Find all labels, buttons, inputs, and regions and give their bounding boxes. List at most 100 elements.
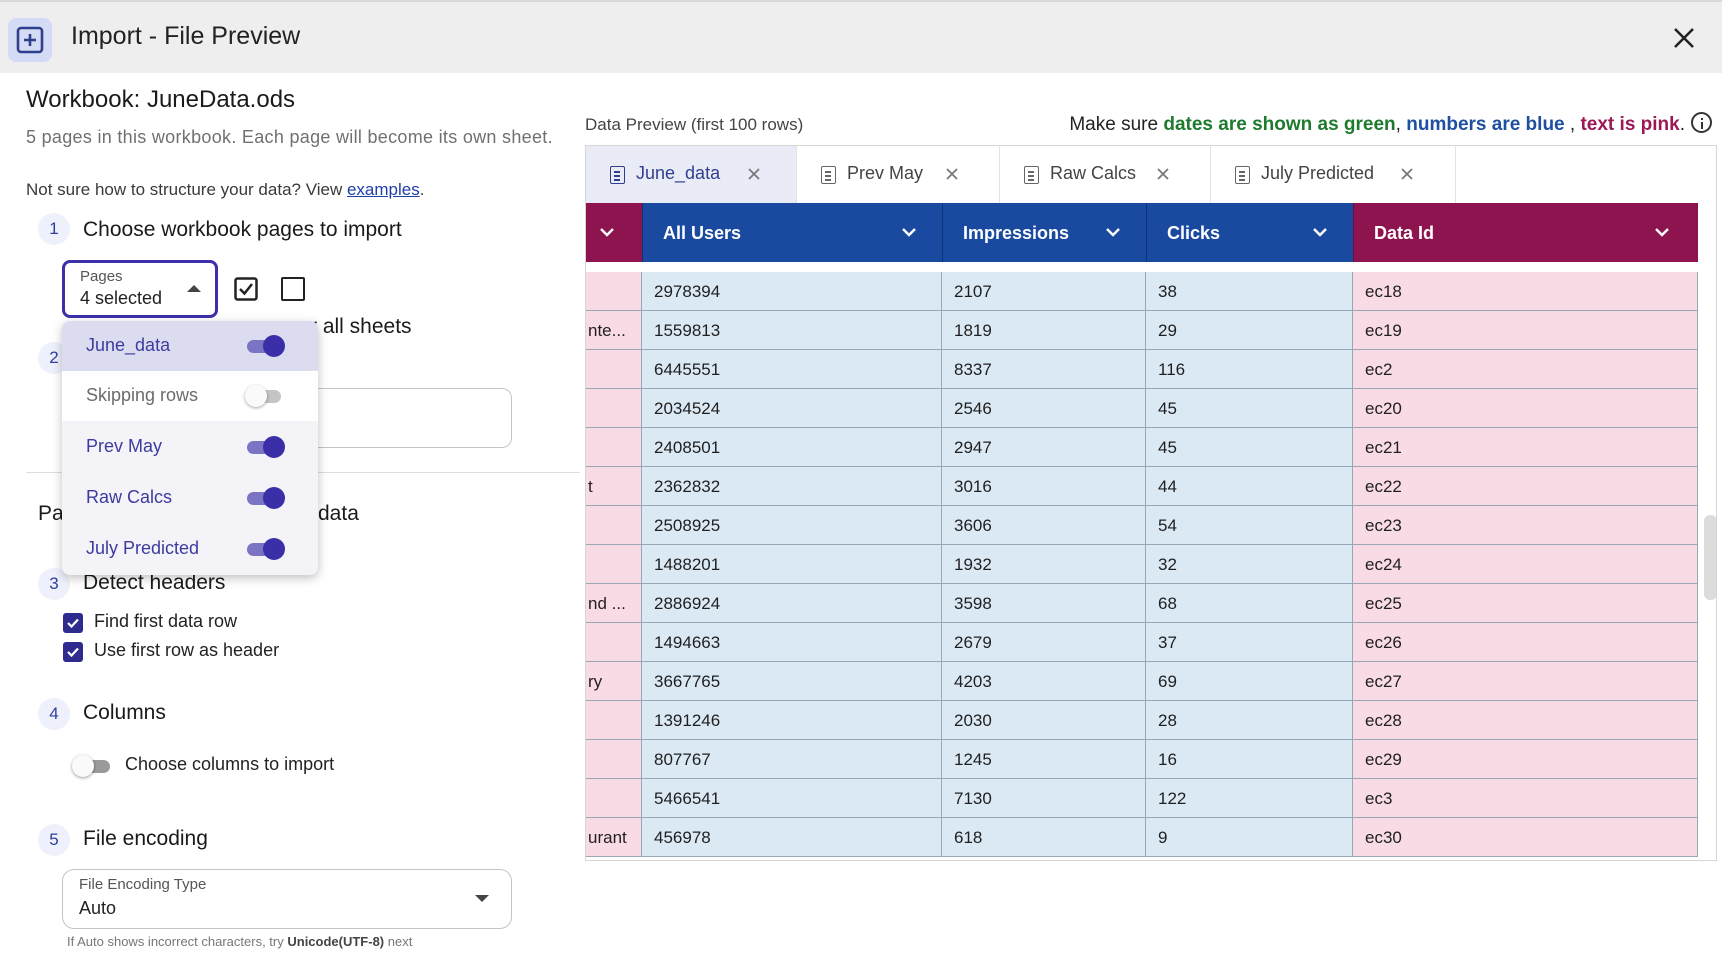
step-5-number: 5	[38, 824, 70, 856]
table-cell: ec25	[1353, 584, 1698, 623]
step-1-number: 1	[38, 213, 70, 245]
table-cell	[586, 350, 642, 389]
column-header-impressions[interactable]: Impressions	[942, 203, 1146, 262]
table-cell: 45	[1146, 389, 1353, 428]
structure-help: Not sure how to structure your data? Vie…	[26, 180, 424, 200]
table-cell: 44	[1146, 467, 1353, 506]
document-icon	[1235, 166, 1250, 184]
document-icon	[1024, 166, 1039, 184]
legend-prefix: Make sure	[1069, 114, 1164, 135]
close-tab-icon[interactable]	[1399, 166, 1415, 182]
step-2-input[interactable]	[300, 388, 512, 448]
page-toggle[interactable]	[245, 385, 285, 407]
workbook-subtitle: 5 pages in this workbook. Each page will…	[26, 127, 553, 147]
toggle-knob	[263, 538, 285, 560]
use-first-row-label: Use first row as header	[94, 640, 280, 660]
type-color-legend: Make sure dates are shown as green, numb…	[1069, 112, 1712, 136]
tab-june-data[interactable]: June_data	[586, 146, 797, 203]
column-header-all-users[interactable]: All Users	[642, 203, 942, 262]
chevron-down-icon[interactable]	[901, 224, 917, 240]
table-cell: 2107	[942, 272, 1146, 311]
close-icon[interactable]	[1672, 26, 1696, 50]
table-cell: 6445551	[642, 350, 942, 389]
page-toggle[interactable]	[245, 538, 285, 560]
tab-label: Prev May	[847, 163, 924, 183]
table-cell	[586, 428, 642, 467]
page-toggle[interactable]	[245, 436, 285, 458]
data-preview-panel: Data Preview (first 100 rows) Make sure …	[580, 73, 1722, 979]
page-option-skipping-rows[interactable]: Skipping rows	[62, 371, 318, 421]
column-header-clicks[interactable]: Clicks	[1146, 203, 1353, 262]
table-cell: 2508925	[642, 506, 942, 545]
window-title: Import - File Preview	[71, 22, 301, 50]
tab-july-predicted[interactable]: July Predicted	[1211, 146, 1456, 203]
column-header-text[interactable]	[586, 203, 642, 262]
table-cell: ec2	[1353, 350, 1698, 389]
table-cell: ec18	[1353, 272, 1698, 311]
table-cell: ec19	[1353, 311, 1698, 350]
step-5-label: File encoding	[83, 827, 208, 850]
sheet-tabs: June_data Prev May Raw Calcs July Predic…	[586, 146, 1716, 203]
chevron-down-icon[interactable]	[599, 224, 615, 240]
table-cell: ec26	[1353, 623, 1698, 662]
toggle-knob	[263, 335, 285, 357]
data-preview-label: Data Preview (first 100 rows)	[585, 115, 804, 134]
page-option-july-predicted[interactable]: July Predicted	[62, 524, 318, 574]
table-cell	[586, 779, 642, 818]
choose-columns-toggle[interactable]	[72, 755, 114, 777]
page-option-june-data[interactable]: June_data	[62, 321, 318, 371]
page-option-prev-may[interactable]: Prev May	[62, 422, 318, 472]
select-all-checkbox-icon[interactable]	[234, 277, 258, 301]
step-4-label: Columns	[83, 701, 166, 724]
table-cell: t	[586, 467, 642, 506]
page-toggle[interactable]	[245, 335, 285, 357]
vertical-scrollbar[interactable]	[1704, 515, 1716, 600]
table-cell	[586, 701, 642, 740]
tab-prev-may[interactable]: Prev May	[797, 146, 1000, 203]
find-first-row-checkbox[interactable]	[63, 613, 83, 633]
legend-sep: ,	[1564, 114, 1581, 135]
column-header-data-id[interactable]: Data Id	[1353, 203, 1698, 262]
table-cell: 1494663	[642, 623, 942, 662]
table-cell: 1819	[942, 311, 1146, 350]
page-option-raw-calcs[interactable]: Raw Calcs	[62, 473, 318, 523]
toggle-knob	[263, 487, 285, 509]
examples-link[interactable]: examples	[347, 180, 420, 199]
table-cell: 37	[1146, 623, 1353, 662]
page-toggle[interactable]	[245, 487, 285, 509]
table-cell: 1932	[942, 545, 1146, 584]
use-first-row-checkbox[interactable]	[63, 642, 83, 662]
help-suffix: .	[419, 180, 425, 199]
legend-suffix: .	[1679, 114, 1685, 135]
table-cell: 116	[1146, 350, 1353, 389]
close-tab-icon[interactable]	[746, 166, 762, 182]
page-option-label: Prev May	[86, 436, 163, 456]
table-cell: 32	[1146, 545, 1353, 584]
column-header-label: Data Id	[1374, 223, 1435, 243]
table-cell: nd ...	[586, 584, 642, 623]
chevron-down-icon[interactable]	[1105, 224, 1121, 240]
encoding-hint-bold: Unicode(UTF-8)	[287, 934, 385, 949]
data-preview-grid: June_data Prev May Raw Calcs July Predic…	[585, 145, 1717, 861]
file-encoding-value: Auto	[79, 898, 117, 918]
table-cell	[586, 272, 642, 311]
table-cell: ec3	[1353, 779, 1698, 818]
table-cell: 38	[1146, 272, 1353, 311]
info-icon[interactable]	[1691, 112, 1712, 133]
close-tab-icon[interactable]	[944, 166, 960, 182]
page-option-label: June_data	[86, 335, 171, 355]
data-preview-rows: 2978394 2107 38 ec18 nte... 1559813 1819 29 ec19…	[586, 262, 1716, 860]
tab-raw-calcs[interactable]: Raw Calcs	[1000, 146, 1211, 203]
file-encoding-select[interactable]: File Encoding Type Auto	[62, 869, 512, 929]
pages-select[interactable]: Pages 4 selected	[62, 260, 218, 318]
page-option-label: Raw Calcs	[86, 487, 173, 507]
table-cell: 3667765	[642, 662, 942, 701]
import-app-icon	[8, 18, 52, 62]
close-tab-icon[interactable]	[1155, 166, 1171, 182]
chevron-down-icon[interactable]	[1312, 224, 1328, 240]
table-cell: 7130	[942, 779, 1146, 818]
table-cell	[586, 389, 642, 428]
chevron-down-icon[interactable]	[1654, 224, 1670, 240]
toggle-knob	[263, 436, 285, 458]
deselect-all-checkbox-icon[interactable]	[281, 277, 305, 301]
